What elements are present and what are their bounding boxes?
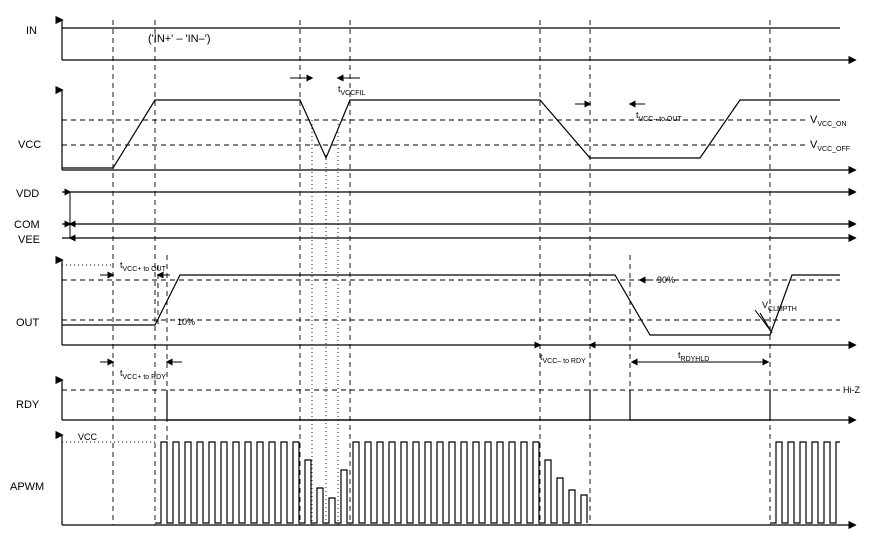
row-in: IN ('IN+' – 'IN–') <box>26 20 855 60</box>
row-vdd-com-vee: VDD COM VEE <box>14 188 855 246</box>
hiz: Hi-Z <box>843 385 860 395</box>
label-com: COM <box>14 219 40 231</box>
v-clmpth: VCLMPTH <box>762 300 797 313</box>
pct90: 90% <box>657 275 675 285</box>
label-out: OUT <box>16 317 40 329</box>
in-formula: ('IN+' – 'IN–') <box>148 33 211 45</box>
row-vcc: VCC VVCC_ON VVCC_OFF tVCCFIL tVCC– to OU… <box>18 78 855 170</box>
label-in: IN <box>26 25 37 37</box>
t-vccm-out: tVCC– to OUT <box>636 110 682 123</box>
vvcc-off: VVCC_OFF <box>810 139 850 153</box>
apwm-vcc-envelope: VCC <box>78 432 98 442</box>
t-vccm-rdy: tVCC– to RDY <box>540 352 586 365</box>
dip-dotted-lines <box>312 120 338 525</box>
row-out: OUT tVCC+ to OUT 10% 90% VCLMPTH tVCC– t… <box>16 260 855 381</box>
t-vccp-rdy: tVCC+ to RDY <box>120 368 166 381</box>
label-apwm: APWM <box>10 481 44 493</box>
vvcc-on: VVCC_ON <box>810 114 847 128</box>
row-apwm: APWM VCC <box>10 432 855 525</box>
apwm-burst-1 <box>155 442 587 523</box>
apwm-burst-2 <box>770 442 840 523</box>
event-lines <box>113 20 770 525</box>
t-vccp-out: tVCC+ to OUT <box>120 260 167 273</box>
t-vccfil: tVCCFIL <box>338 84 366 97</box>
label-vee: VEE <box>18 234 40 246</box>
timing-diagram: IN ('IN+' – 'IN–') VCC VVCC_ON VVCC_OFF … <box>0 0 873 541</box>
t-rdyhld: tRDYHLD <box>678 350 709 363</box>
label-vdd: VDD <box>16 188 39 200</box>
label-vcc: VCC <box>18 139 41 151</box>
pct10: 10% <box>177 317 195 327</box>
row-rdy: RDY Hi-Z <box>16 380 860 420</box>
label-rdy: RDY <box>16 399 40 411</box>
